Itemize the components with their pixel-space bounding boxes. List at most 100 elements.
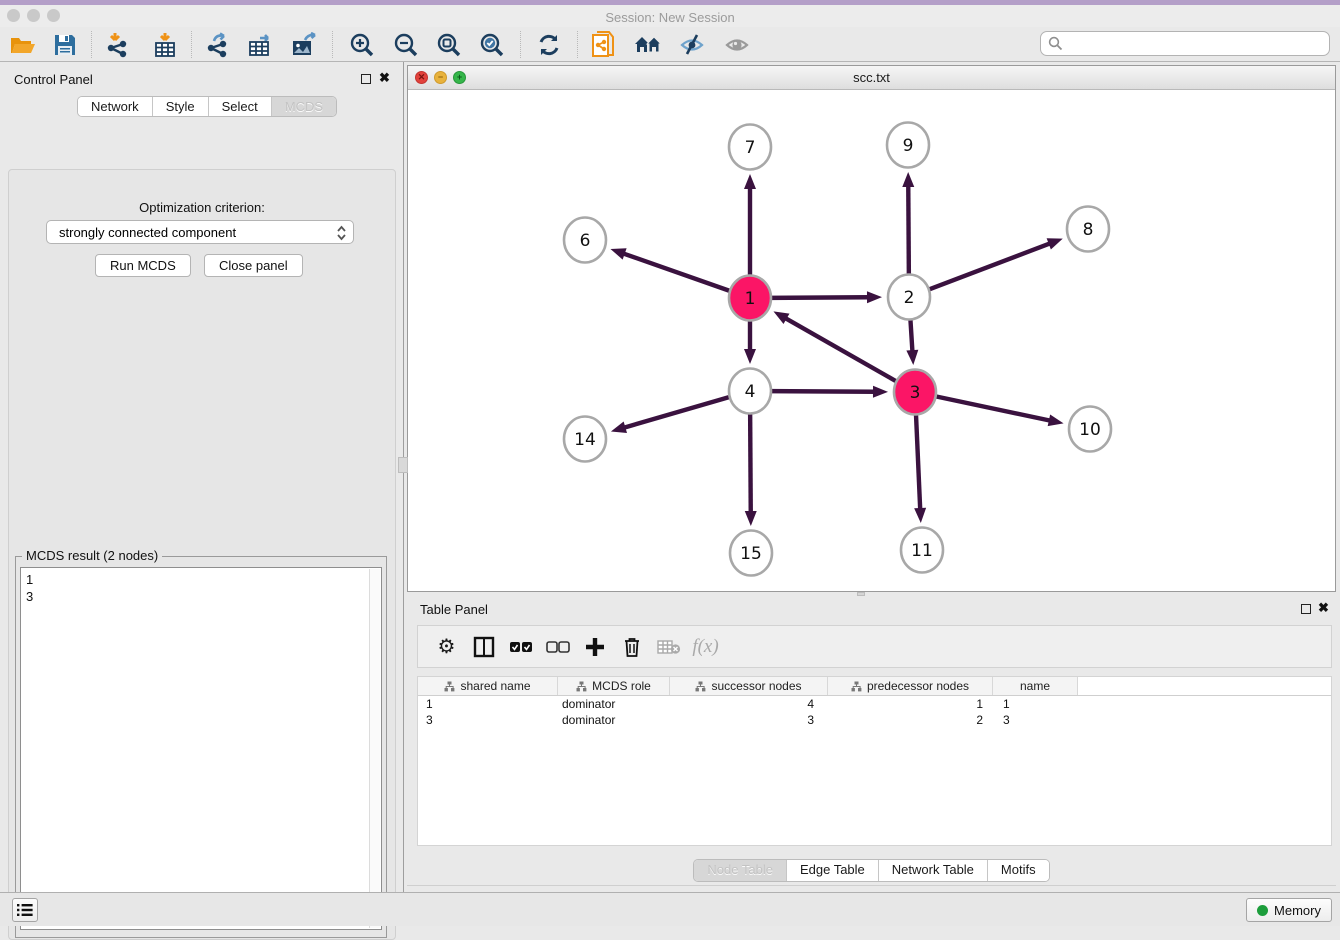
criterion-select[interactable]: strongly connected component: [46, 220, 354, 244]
table-cell[interactable]: 1: [993, 696, 1078, 712]
panel-splitter-handle[interactable]: [398, 457, 408, 473]
search-input[interactable]: [1068, 35, 1329, 52]
export-table-button[interactable]: [246, 30, 276, 59]
column-header-mcds-role[interactable]: MCDS role: [558, 677, 670, 695]
zoom-in-button[interactable]: [347, 30, 377, 59]
search-field[interactable]: [1040, 31, 1330, 56]
eye-icon: [723, 33, 751, 57]
function-builder-button[interactable]: f(x): [687, 629, 724, 665]
graph-node-6[interactable]: 6: [564, 218, 606, 263]
toolbar-separator: [91, 31, 92, 58]
table-cell[interactable]: 2: [828, 712, 993, 728]
hide-selected-button[interactable]: [677, 30, 707, 59]
open-session-button[interactable]: [8, 30, 38, 59]
edge-3-10[interactable]: [935, 396, 1051, 421]
table-cell[interactable]: 1: [828, 696, 993, 712]
table-toolbar: ⚙: [417, 625, 1332, 668]
float-panel-icon[interactable]: [361, 74, 371, 84]
delete-column-button[interactable]: [613, 629, 650, 665]
column-header-name[interactable]: name: [993, 677, 1078, 695]
deselect-all-rows-button[interactable]: [539, 629, 576, 665]
table-close-icon[interactable]: ✖: [1318, 603, 1329, 613]
graph-node-9[interactable]: 9: [887, 123, 929, 168]
result-scrollbar[interactable]: [369, 569, 380, 928]
graph-node-11[interactable]: 11: [901, 528, 943, 573]
graph-node-4[interactable]: 4: [729, 369, 771, 414]
save-session-button[interactable]: [50, 30, 80, 59]
mcds-result-title: MCDS result (2 nodes): [22, 548, 162, 563]
table-float-icon[interactable]: [1301, 604, 1311, 614]
graph-node-14[interactable]: 14: [564, 417, 606, 462]
zoom-out-button[interactable]: [391, 30, 421, 59]
tab-select[interactable]: Select: [208, 97, 271, 116]
zoom-selected-button[interactable]: [477, 30, 507, 59]
table-cell[interactable]: 3: [418, 712, 558, 728]
result-item[interactable]: 3: [21, 588, 381, 605]
table-cell[interactable]: dominator: [558, 712, 670, 728]
select-all-rows-button[interactable]: [502, 629, 539, 665]
home-button[interactable]: [633, 30, 663, 59]
edge-arrowhead: [745, 511, 757, 526]
graph-node-3[interactable]: 3: [894, 370, 936, 415]
import-network-button[interactable]: [103, 30, 133, 59]
edge-4-15[interactable]: [750, 411, 751, 513]
table-row[interactable]: 3dominator323: [418, 712, 1331, 728]
column-header-successor-nodes[interactable]: successor nodes: [670, 677, 828, 695]
tab-network-table[interactable]: Network Table: [878, 860, 987, 881]
edge-2-3[interactable]: [910, 317, 912, 352]
table-cell[interactable]: 4: [670, 696, 828, 712]
table-row[interactable]: 1dominator411: [418, 696, 1331, 712]
tab-mcds[interactable]: MCDS: [271, 97, 336, 116]
export-network-button[interactable]: [203, 30, 233, 59]
tab-node-table[interactable]: Node Table: [694, 860, 786, 881]
checked-boxes-icon: [509, 641, 533, 653]
tab-edge-table[interactable]: Edge Table: [786, 860, 878, 881]
close-panel-icon[interactable]: ✖: [379, 73, 390, 83]
graph-node-15[interactable]: 15: [730, 531, 772, 576]
search-icon: [1048, 36, 1063, 51]
tab-style[interactable]: Style: [152, 97, 208, 116]
log-console-button[interactable]: [12, 898, 38, 922]
network-graph[interactable]: 7 9 6 8 1 2 4 3 14 10 15 11: [408, 90, 1335, 591]
delete-table-button[interactable]: [650, 629, 687, 665]
graph-node-8[interactable]: 8: [1067, 207, 1109, 252]
edge-3-11[interactable]: [916, 412, 920, 510]
refresh-button[interactable]: [534, 30, 564, 59]
graph-node-10[interactable]: 10: [1069, 407, 1111, 452]
graph-node-1[interactable]: 1: [729, 276, 771, 321]
tab-motifs[interactable]: Motifs: [987, 860, 1049, 881]
node-table[interactable]: shared nameMCDS rolesuccessor nodesprede…: [417, 676, 1332, 846]
tab-network[interactable]: Network: [78, 97, 152, 116]
graph-node-7[interactable]: 7: [729, 125, 771, 170]
edge-2-8[interactable]: [928, 243, 1051, 290]
close-panel-button[interactable]: Close panel: [204, 254, 303, 277]
show-hidden-button[interactable]: [722, 30, 752, 59]
zoom-fit-button[interactable]: [434, 30, 464, 59]
import-table-button[interactable]: [150, 30, 180, 59]
new-network-from-selection-button[interactable]: [589, 30, 619, 59]
show-columns-button[interactable]: [465, 629, 502, 665]
table-settings-button[interactable]: ⚙: [428, 629, 465, 665]
table-cell[interactable]: 3: [670, 712, 828, 728]
mcds-result-list[interactable]: 13: [20, 567, 382, 930]
memory-button[interactable]: Memory: [1246, 898, 1332, 922]
home-icon: [633, 34, 663, 56]
edge-arrowhead: [1048, 414, 1064, 426]
edge-3-1[interactable]: [785, 318, 898, 382]
run-mcds-button[interactable]: Run MCDS: [95, 254, 191, 277]
edge-1-2[interactable]: [770, 297, 869, 298]
edge-2-9[interactable]: [908, 185, 909, 277]
edge-4-3[interactable]: [770, 391, 875, 392]
table-cell[interactable]: 1: [418, 696, 558, 712]
column-header-shared-name[interactable]: shared name: [418, 677, 558, 695]
edge-4-14[interactable]: [623, 397, 730, 428]
result-item[interactable]: 1: [21, 568, 381, 588]
table-cell[interactable]: dominator: [558, 696, 670, 712]
table-cell[interactable]: 3: [993, 712, 1078, 728]
edge-1-6[interactable]: [623, 253, 731, 291]
graph-node-2[interactable]: 2: [888, 275, 930, 320]
export-image-button[interactable]: [290, 30, 320, 59]
trash-icon: [623, 636, 641, 657]
column-header-predecessor-nodes[interactable]: predecessor nodes: [828, 677, 993, 695]
add-column-button[interactable]: [576, 629, 613, 665]
